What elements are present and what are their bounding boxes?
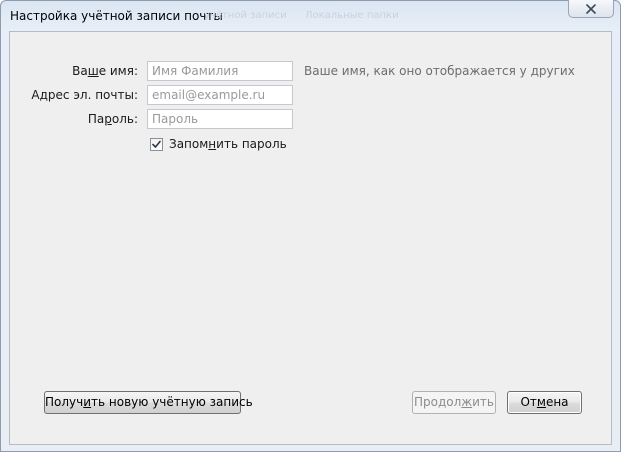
background-ghost-text: Локальные папки	[305, 10, 399, 21]
remember-password-checkbox[interactable]	[150, 137, 163, 151]
name-label: Ваше имя:	[72, 64, 138, 78]
window-title: Настройка учётной записи почты	[10, 9, 223, 23]
email-label: Адрес эл. почты:	[31, 88, 138, 102]
background-ghost-text: учётной записи	[204, 10, 287, 21]
cancel-button[interactable]: Отмена	[507, 391, 582, 414]
close-icon	[586, 3, 596, 14]
name-hint: Ваше имя, как оно отображается у других	[304, 64, 575, 78]
name-field[interactable]	[147, 61, 293, 81]
get-new-account-button[interactable]: Получить новую учётную запись	[44, 391, 253, 414]
continue-button[interactable]: Продолжить	[412, 391, 496, 414]
checkmark-icon	[152, 140, 161, 148]
email-field[interactable]	[147, 85, 293, 105]
dialog-content: Ваше имя: Ваше имя, как оно отображается…	[9, 31, 612, 445]
remember-password-label[interactable]: Запомнить пароль	[169, 137, 287, 151]
remember-password-row[interactable]: Запомнить пароль	[150, 136, 287, 152]
title-bar[interactable]: Настройка учётной записи почты учётной з…	[1, 0, 620, 31]
password-field[interactable]	[147, 109, 293, 129]
dialog-window: Настройка учётной записи почты учётной з…	[0, 0, 621, 452]
close-button[interactable]	[568, 0, 614, 18]
password-label: Пароль:	[87, 112, 138, 126]
